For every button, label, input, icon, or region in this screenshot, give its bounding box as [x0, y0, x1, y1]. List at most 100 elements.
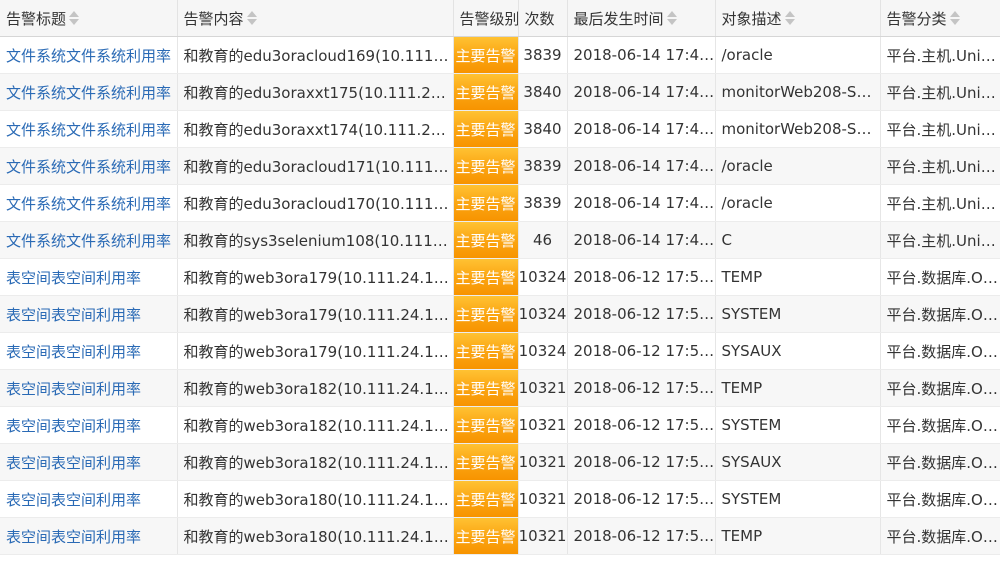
alarm-title-link[interactable]: 表空间表空间利用率 [6, 417, 141, 435]
cell-alarm-title: 文件系统文件系统利用率 [0, 110, 178, 148]
table-row[interactable]: 表空间表空间利用率 和教育的web3ora180(10.111.24.180)的… [0, 480, 1000, 518]
alarm-title-link[interactable]: 表空间表空间利用率 [6, 491, 141, 509]
sort-icon[interactable] [784, 10, 795, 26]
cell-alarm-content: 和教育的web3ora179(10.111.24.179)的表... [177, 332, 454, 370]
cell-object-desc: /oracle [715, 184, 881, 222]
alarm-title-link[interactable]: 表空间表空间利用率 [6, 306, 141, 324]
alarm-title-link[interactable]: 表空间表空间利用率 [6, 380, 141, 398]
sort-icon[interactable] [949, 10, 960, 26]
cell-alarm-content: 和教育的web3ora179(10.111.24.179)的表... [177, 295, 454, 333]
cell-object-desc: C [715, 221, 881, 259]
column-header-object[interactable]: 对象描述 [715, 0, 881, 37]
sort-icon[interactable] [246, 10, 257, 26]
cell-object-desc: SYSAUX [715, 332, 881, 370]
column-header-title[interactable]: 告警标题 [0, 0, 178, 37]
column-header-label: 次数 [524, 9, 555, 28]
table-row[interactable]: 文件系统文件系统利用率 和教育的edu3oracloud170(10.111.2… [0, 184, 1000, 222]
cell-count: 10321 [518, 443, 568, 481]
cell-object-desc: TEMP [715, 258, 881, 296]
alarm-title-link[interactable]: 文件系统文件系统利用率 [6, 84, 171, 102]
cell-count: 10324 [518, 332, 568, 370]
cell-count: 3839 [518, 147, 568, 185]
table-body: 文件系统文件系统利用率 和教育的edu3oracloud169(10.111.2… [0, 36, 1000, 555]
cell-alarm-level: 主要告警 [453, 73, 519, 111]
cell-alarm-title: 文件系统文件系统利用率 [0, 147, 178, 185]
cell-count: 10321 [518, 406, 568, 444]
cell-count: 10324 [518, 258, 568, 296]
cell-alarm-content: 和教育的web3ora182(10.111.24.182)的表... [177, 443, 454, 481]
cell-object-desc: SYSTEM [715, 406, 881, 444]
cell-alarm-title: 文件系统文件系统利用率 [0, 184, 178, 222]
cell-alarm-level: 主要告警 [453, 147, 519, 185]
column-header-label: 对象描述 [721, 9, 782, 28]
table-row[interactable]: 表空间表空间利用率 和教育的web3ora180(10.111.24.180)的… [0, 517, 1000, 555]
table-header: 告警标题 告警内容 告警级别 次数 最后发生时间 对象描述 告警分类 [0, 0, 1000, 37]
cell-alarm-level: 主要告警 [453, 295, 519, 333]
cell-last-time: 2018-06-14 17:40:08 [567, 221, 716, 259]
cell-category: 平台.数据库.Ora... [880, 406, 1000, 444]
alarm-title-link[interactable]: 文件系统文件系统利用率 [6, 121, 171, 139]
cell-alarm-level: 主要告警 [453, 480, 519, 518]
cell-category: 平台.主机.Unix... [880, 36, 1000, 74]
table-row[interactable]: 文件系统文件系统利用率 和教育的sys3selenium108(10.111.2… [0, 221, 1000, 259]
cell-category: 平台.主机.Unix... [880, 221, 1000, 259]
table-row[interactable]: 文件系统文件系统利用率 和教育的edu3oraxxt175(10.111.24.… [0, 73, 1000, 111]
cell-last-time: 2018-06-14 17:40:16 [567, 73, 716, 111]
cell-alarm-title: 文件系统文件系统利用率 [0, 36, 178, 74]
cell-last-time: 2018-06-12 17:57:34 [567, 406, 716, 444]
alarm-title-link[interactable]: 表空间表空间利用率 [6, 343, 141, 361]
level-badge: 主要告警 [453, 333, 517, 369]
cell-alarm-title: 文件系统文件系统利用率 [0, 73, 178, 111]
cell-alarm-level: 主要告警 [453, 406, 519, 444]
cell-last-time: 2018-06-12 17:57:34 [567, 258, 716, 296]
alarm-title-link[interactable]: 文件系统文件系统利用率 [6, 232, 171, 250]
table-row[interactable]: 表空间表空间利用率 和教育的web3ora182(10.111.24.182)的… [0, 406, 1000, 444]
column-header-content[interactable]: 告警内容 [177, 0, 454, 37]
column-header-time[interactable]: 最后发生时间 [567, 0, 716, 37]
column-header-level[interactable]: 告警级别 [453, 0, 519, 37]
table-row[interactable]: 表空间表空间利用率 和教育的web3ora179(10.111.24.179)的… [0, 295, 1000, 333]
cell-object-desc: SYSAUX [715, 443, 881, 481]
cell-count: 3840 [518, 73, 568, 111]
cell-alarm-level: 主要告警 [453, 184, 519, 222]
cell-last-time: 2018-06-12 17:57:34 [567, 443, 716, 481]
level-badge: 主要告警 [453, 296, 517, 332]
level-badge: 主要告警 [453, 74, 517, 110]
table-row[interactable]: 文件系统文件系统利用率 和教育的edu3oracloud171(10.111.2… [0, 147, 1000, 185]
table-row[interactable]: 表空间表空间利用率 和教育的web3ora179(10.111.24.179)的… [0, 332, 1000, 370]
cell-category: 平台.数据库.Ora... [880, 295, 1000, 333]
column-header-count[interactable]: 次数 [518, 0, 568, 37]
table-row[interactable]: 表空间表空间利用率 和教育的web3ora179(10.111.24.179)的… [0, 258, 1000, 296]
alarm-title-link[interactable]: 文件系统文件系统利用率 [6, 47, 171, 65]
column-header-label: 告警分类 [886, 9, 947, 28]
cell-alarm-content: 和教育的edu3oraxxt174(10.111.24.174)[/... [177, 110, 454, 148]
alarm-title-link[interactable]: 文件系统文件系统利用率 [6, 158, 171, 176]
cell-object-desc: monitorWeb208-SNM... [715, 73, 881, 111]
level-badge: 主要告警 [453, 37, 517, 73]
level-badge: 主要告警 [453, 185, 517, 221]
cell-alarm-title: 表空间表空间利用率 [0, 295, 178, 333]
cell-alarm-level: 主要告警 [453, 36, 519, 74]
cell-alarm-content: 和教育的edu3oraxxt175(10.111.24.175)[/... [177, 73, 454, 111]
cell-alarm-title: 表空间表空间利用率 [0, 480, 178, 518]
alarm-title-link[interactable]: 表空间表空间利用率 [6, 454, 141, 472]
cell-alarm-title: 表空间表空间利用率 [0, 406, 178, 444]
cell-last-time: 2018-06-12 17:57:34 [567, 480, 716, 518]
cell-alarm-title: 表空间表空间利用率 [0, 517, 178, 555]
table-row[interactable]: 文件系统文件系统利用率 和教育的edu3oracloud169(10.111.2… [0, 36, 1000, 74]
table-row[interactable]: 文件系统文件系统利用率 和教育的edu3oraxxt174(10.111.24.… [0, 110, 1000, 148]
alarm-title-link[interactable]: 文件系统文件系统利用率 [6, 195, 171, 213]
table-row[interactable]: 表空间表空间利用率 和教育的web3ora182(10.111.24.182)的… [0, 369, 1000, 407]
cell-object-desc: SYSTEM [715, 295, 881, 333]
table-row[interactable]: 表空间表空间利用率 和教育的web3ora182(10.111.24.182)的… [0, 443, 1000, 481]
sort-icon[interactable] [666, 10, 677, 26]
alarm-title-link[interactable]: 表空间表空间利用率 [6, 269, 141, 287]
cell-last-time: 2018-06-14 17:40:16 [567, 110, 716, 148]
cell-count: 10324 [518, 295, 568, 333]
cell-alarm-content: 和教育的web3ora179(10.111.24.179)的表... [177, 258, 454, 296]
level-badge: 主要告警 [453, 518, 517, 554]
alarm-title-link[interactable]: 表空间表空间利用率 [6, 528, 141, 546]
sort-icon[interactable] [69, 10, 80, 26]
cell-object-desc: TEMP [715, 369, 881, 407]
column-header-category[interactable]: 告警分类 [880, 0, 1000, 37]
